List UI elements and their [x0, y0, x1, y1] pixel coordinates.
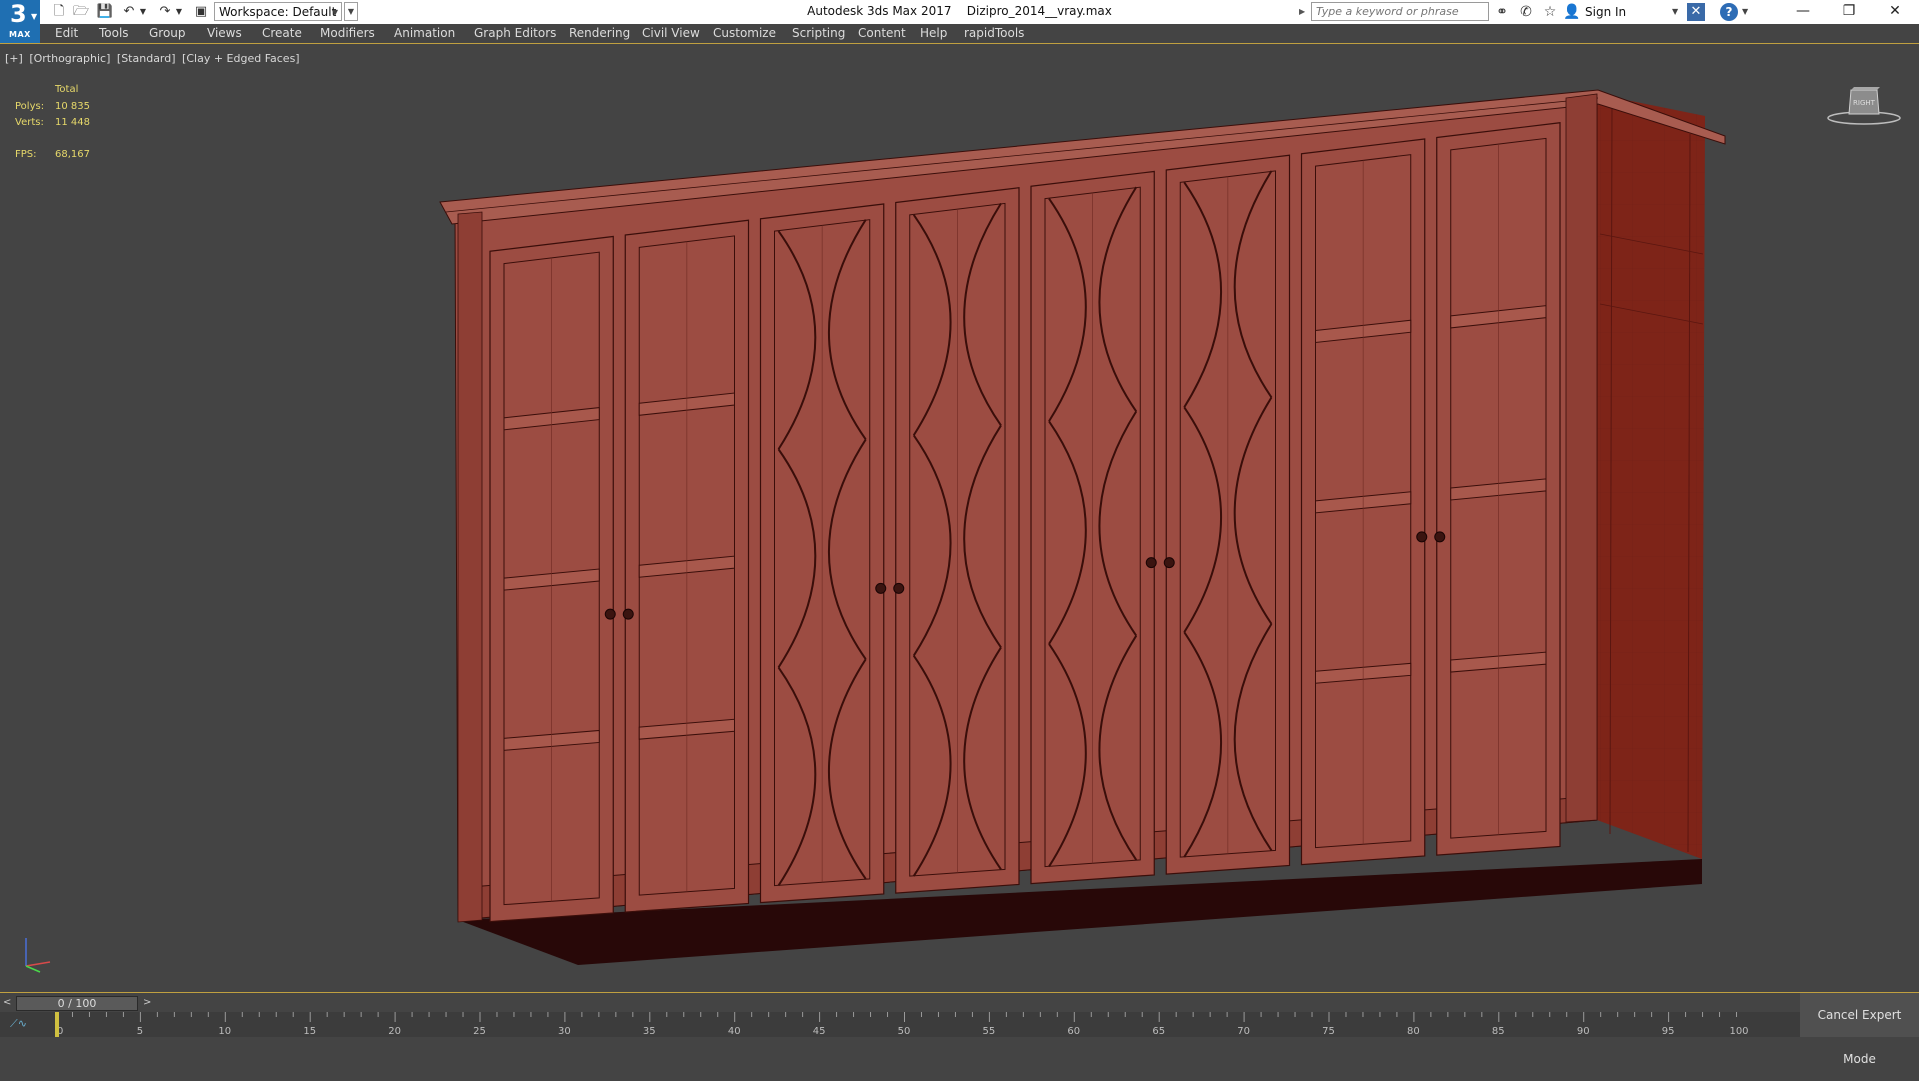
- menu-help[interactable]: Help: [920, 24, 947, 43]
- door-handle-icon: [1434, 531, 1446, 543]
- ruler-tick-label: 90: [1577, 1026, 1590, 1037]
- menu-create[interactable]: Create: [262, 24, 302, 43]
- door-handle-icon: [1163, 557, 1175, 569]
- ruler-tick-label: 65: [1152, 1026, 1165, 1037]
- logo-text: MAX: [9, 30, 31, 39]
- ruler-tick-label: 25: [473, 1026, 486, 1037]
- restore-icon[interactable]: ❐: [1826, 0, 1872, 23]
- cabinet-model[interactable]: [0, 44, 1919, 992]
- chevron-down-icon: ▼: [31, 12, 38, 21]
- workspace-label: Workspace: Default: [219, 5, 337, 19]
- sign-in-button[interactable]: Sign In: [1585, 3, 1626, 21]
- ruler-tick-label: 5: [137, 1026, 143, 1037]
- menu-content[interactable]: Content: [858, 24, 906, 43]
- exchange-apps-icon[interactable]: ✕: [1687, 3, 1705, 21]
- ruler-tick-label: 70: [1237, 1026, 1250, 1037]
- chevron-down-icon[interactable]: ▼: [1672, 3, 1678, 21]
- workspace-select[interactable]: Workspace: Default ▼: [214, 2, 342, 21]
- door-handle-icon: [622, 608, 634, 620]
- door-handle-icon: [875, 582, 887, 594]
- title-bar: 3 ▼ MAX 🗋 🗁 💾 ↶ ▼ ↷ ▼ ▣ Workspace: Defau…: [0, 0, 1919, 43]
- search-input[interactable]: [1311, 2, 1489, 21]
- menu-animation[interactable]: Animation: [394, 24, 455, 43]
- right-pilaster: [1565, 93, 1598, 823]
- ruler-tick-label: 60: [1067, 1026, 1080, 1037]
- close-icon[interactable]: ✕: [1872, 0, 1918, 23]
- open-file-icon[interactable]: 🗁: [72, 3, 90, 21]
- ruler-tick-label: 30: [558, 1026, 571, 1037]
- communication-center-icon[interactable]: ✆: [1517, 3, 1535, 21]
- current-frame-marker[interactable]: [55, 1012, 59, 1037]
- undo-dropdown-icon[interactable]: ▼: [138, 3, 148, 21]
- menu-group[interactable]: Group: [149, 24, 186, 43]
- menu-modifiers[interactable]: Modifiers: [320, 24, 375, 43]
- door-handle-icon: [1416, 531, 1428, 543]
- logo-number: 3: [10, 0, 27, 28]
- binoculars-icon[interactable]: ⚭: [1493, 3, 1511, 21]
- redo-icon[interactable]: ↷: [156, 3, 174, 21]
- undo-icon[interactable]: ↶: [120, 3, 138, 21]
- time-prev-button[interactable]: <: [3, 996, 15, 1010]
- menu-rapidtools[interactable]: rapidTools: [964, 24, 1024, 43]
- user-icon: 👤: [1563, 4, 1581, 20]
- curve-editor-icon[interactable]: ⟋∿: [10, 1017, 27, 1031]
- ruler-tick-label: 15: [303, 1026, 316, 1037]
- ruler-tick-label: 50: [898, 1026, 911, 1037]
- menu-scripting[interactable]: Scripting: [792, 24, 845, 43]
- project-folder-icon[interactable]: ▣: [192, 3, 210, 21]
- menu-tools[interactable]: Tools: [99, 24, 129, 43]
- cancel-expert-mode-button[interactable]: Cancel Expert Mode: [1800, 993, 1919, 1066]
- ruler-tick-label: 40: [728, 1026, 741, 1037]
- menu-views[interactable]: Views: [207, 24, 242, 43]
- door-handle-icon: [893, 582, 905, 594]
- ruler-tick-label: 85: [1492, 1026, 1505, 1037]
- help-icon[interactable]: ?: [1720, 3, 1738, 21]
- ruler-tick-label: 55: [983, 1026, 996, 1037]
- axis-tripod-icon: [25, 938, 51, 973]
- timeline-ruler[interactable]: 0 5 10 15 20 25 30 35 40 45 50 55 60 65 70 75 80 85 90 95 10…: [55, 1012, 1753, 1037]
- menu-civil-view[interactable]: Civil View: [642, 24, 700, 43]
- time-slider[interactable]: 0 / 100: [16, 996, 138, 1011]
- perspective-viewport[interactable]: [+] [Orthographic] [Standard] [Clay + Ed…: [0, 44, 1919, 992]
- menu-bar: Edit Tools Group Views Create Modifiers …: [0, 24, 1919, 44]
- ruler-tick-label: 80: [1407, 1026, 1420, 1037]
- ruler-tick-label: 45: [813, 1026, 826, 1037]
- favorites-star-icon[interactable]: ☆: [1541, 3, 1559, 21]
- chevron-down-icon[interactable]: ▼: [1742, 3, 1748, 21]
- minimize-icon[interactable]: —: [1780, 0, 1826, 23]
- time-slider-bar: < 0 / 100 >: [0, 992, 1919, 1012]
- time-next-button[interactable]: >: [143, 996, 155, 1010]
- app-logo-button[interactable]: 3 ▼ MAX: [0, 0, 40, 43]
- window-title-text: Autodesk 3ds Max 2017 Dizipro_2014__vray…: [807, 4, 1112, 18]
- search-expand-icon[interactable]: ▶: [1299, 4, 1309, 20]
- door-handle-icon: [1145, 557, 1157, 569]
- door-handle-icon: [604, 608, 616, 620]
- menu-customize[interactable]: Customize: [713, 24, 776, 43]
- ruler-tick-label: 10: [218, 1026, 231, 1037]
- ruler-tick-label: 95: [1662, 1026, 1675, 1037]
- new-file-icon[interactable]: 🗋: [50, 3, 68, 21]
- ruler-tick-label: 100: [1729, 1026, 1748, 1037]
- save-file-icon[interactable]: 💾: [96, 3, 114, 21]
- menu-rendering[interactable]: Rendering: [569, 24, 630, 43]
- ruler-tick-label: 20: [388, 1026, 401, 1037]
- ruler-tick-label: 75: [1322, 1026, 1335, 1037]
- menu-graph-editors[interactable]: Graph Editors: [474, 24, 556, 43]
- customize-quick-access-icon[interactable]: ▼: [344, 2, 358, 21]
- redo-dropdown-icon[interactable]: ▼: [174, 3, 184, 21]
- left-pilaster: [457, 211, 483, 923]
- track-bar[interactable]: ⟋∿ 0 5 10 15 20 25 30 35 40 45 50 55 60 65 70 75 80 85 90 9…: [0, 1012, 1919, 1037]
- menu-edit[interactable]: Edit: [55, 24, 78, 43]
- chevron-down-icon: ▼: [331, 8, 338, 17]
- ruler-tick-label: 35: [643, 1026, 656, 1037]
